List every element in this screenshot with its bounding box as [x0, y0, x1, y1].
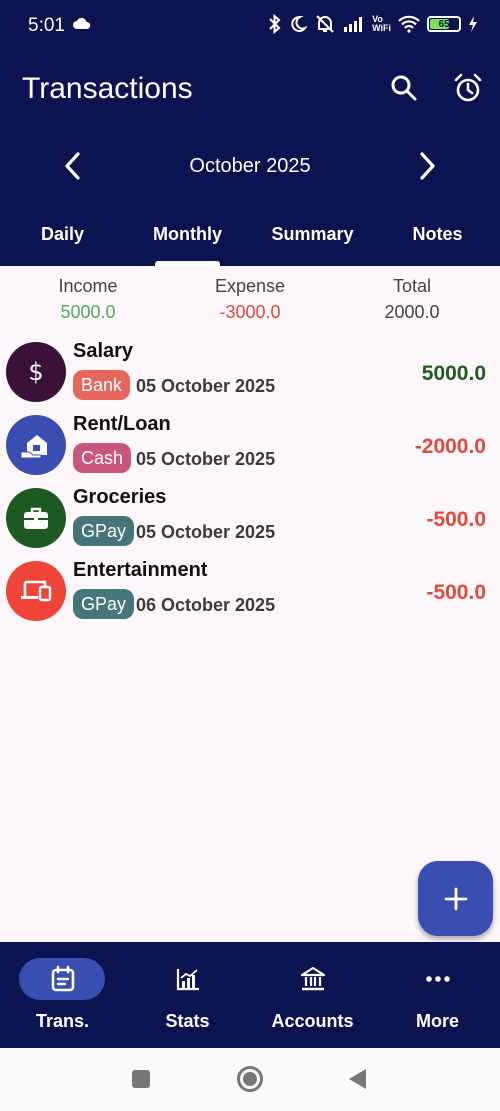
tab-notes[interactable]: Notes [375, 224, 500, 245]
devices-icon [6, 561, 66, 621]
signal-icon [344, 17, 363, 32]
add-transaction-button[interactable] [418, 861, 493, 936]
list-item[interactable]: $ Salary Bank 05 October 2025 5000.0 [0, 338, 500, 411]
list-item[interactable]: Entertainment GPay 06 October 2025 -500.… [0, 557, 500, 630]
plus-icon [444, 887, 467, 910]
nav-item-accounts[interactable]: Accounts [250, 942, 375, 1048]
transaction-title: Rent/Loan [73, 413, 171, 435]
back-icon[interactable] [347, 1068, 367, 1090]
total-summary: Total 2000.0 [332, 276, 492, 323]
transaction-date: 06 October 2025 [136, 595, 276, 615]
search-icon[interactable] [388, 72, 420, 104]
transaction-amount: -2000.0 [414, 435, 486, 458]
more-icon [425, 976, 450, 982]
transaction-title: Salary [73, 340, 134, 362]
status-time: 5:01 [28, 15, 65, 36]
income-summary: Income 5000.0 [8, 276, 168, 323]
status-bar: 5:01 Vo WiFi 65 [0, 0, 500, 52]
income-label: Income [58, 276, 118, 296]
bottom-navigation: Trans. Stats Accounts More [0, 942, 500, 1048]
transaction-date: 05 October 2025 [136, 522, 276, 542]
list-item[interactable]: Rent/Loan Cash 05 October 2025 -2000.0 [0, 411, 500, 484]
page-title: Transactions [22, 72, 193, 105]
vowifi-icon: Vo WiFi [372, 14, 391, 33]
expense-label: Expense [214, 276, 286, 296]
calendar-icon [51, 965, 74, 992]
transaction-amount: -500.0 [426, 508, 486, 531]
svg-text:$: $ [28, 358, 43, 386]
home-icon[interactable] [236, 1065, 264, 1093]
dollar-icon: $ [6, 342, 66, 402]
nav-label-trans: Trans. [35, 1011, 90, 1031]
tab-daily[interactable]: Daily [0, 224, 125, 245]
mute-icon [316, 15, 334, 33]
transaction-amount: 5000.0 [421, 362, 486, 385]
nav-label-accounts: Accounts [271, 1011, 354, 1031]
account-chip: GPay [73, 516, 135, 546]
recents-icon[interactable] [131, 1069, 151, 1089]
total-label: Total [392, 276, 432, 296]
list-item[interactable]: Groceries GPay 05 October 2025 -500.0 [0, 484, 500, 557]
chevron-left-icon[interactable] [60, 150, 86, 182]
bluetooth-icon [269, 14, 281, 34]
account-chip: Bank [73, 370, 131, 400]
expense-summary: Expense -3000.0 [170, 276, 330, 323]
status-icons: Vo WiFi 65 [268, 14, 478, 34]
battery-level: 65 [438, 18, 450, 30]
nav-item-trans[interactable]: Trans. [0, 942, 125, 1048]
account-chip: Cash [73, 443, 132, 473]
transaction-date: 05 October 2025 [136, 376, 276, 396]
expense-value: -3000.0 [219, 302, 281, 322]
home-loan-icon [6, 415, 66, 475]
summary-row: Income 5000.0 Expense -3000.0 Total 2000… [0, 266, 500, 330]
moon-icon [291, 15, 308, 32]
transaction-title: Groceries [73, 486, 167, 508]
wifi-icon [398, 15, 420, 33]
system-navigation-bar [0, 1048, 500, 1111]
tab-summary[interactable]: Summary [250, 224, 375, 245]
battery-icon: 65 [427, 16, 461, 32]
chevron-right-icon[interactable] [414, 150, 440, 182]
nav-label-stats: Stats [165, 1011, 210, 1031]
month-label: October 2025 [189, 155, 311, 177]
bank-icon [300, 966, 325, 991]
chart-icon [176, 969, 199, 991]
tab-monthly[interactable]: Monthly [125, 224, 250, 245]
alarm-icon[interactable] [452, 72, 484, 104]
income-value: 5000.0 [60, 302, 116, 322]
total-value: 2000.0 [384, 302, 440, 322]
account-chip: GPay [73, 589, 135, 619]
cloud-icon [73, 17, 91, 29]
charging-icon [469, 16, 477, 32]
nav-item-more[interactable]: More [375, 942, 500, 1048]
briefcase-icon [6, 488, 66, 548]
transaction-amount: -500.0 [426, 581, 486, 604]
nav-item-stats[interactable]: Stats [125, 942, 250, 1048]
top-app-bar: 5:01 Vo WiFi 65 Transactions October 2025… [0, 0, 500, 266]
nav-label-more: More [415, 1011, 459, 1031]
transaction-date: 05 October 2025 [136, 449, 276, 469]
transaction-title: Entertainment [73, 559, 208, 581]
